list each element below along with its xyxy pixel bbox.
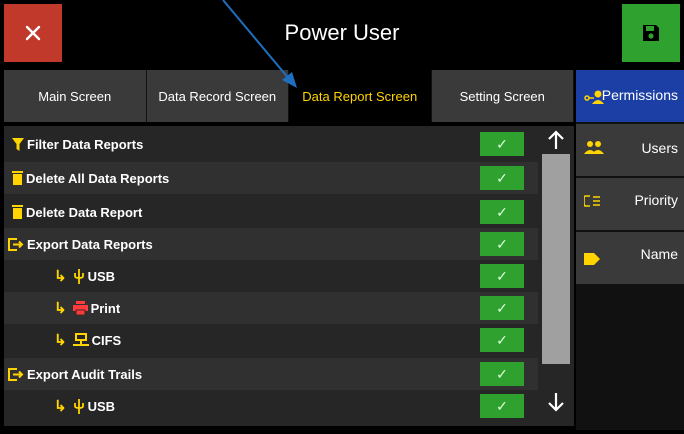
- permission-checkbox[interactable]: ✓: [480, 264, 524, 288]
- row-label: Delete Data Report: [26, 204, 143, 220]
- row-label: CIFS: [91, 332, 122, 348]
- side-menu: Permissions Users Priority Name: [576, 70, 684, 430]
- side-menu-label: Priority: [634, 192, 678, 208]
- row-label: USB: [87, 398, 116, 414]
- export-icon: [8, 367, 24, 381]
- list-item: Export Data Reports ✓: [4, 228, 538, 260]
- scrollbar-thumb[interactable]: [542, 154, 570, 364]
- tag-icon: [584, 252, 600, 268]
- page-title: Power User: [284, 20, 400, 45]
- list-item: ↳ USB ✓: [4, 260, 538, 292]
- filter-icon: [12, 137, 24, 151]
- printer-icon: [72, 301, 88, 315]
- side-menu-label: Name: [640, 246, 678, 262]
- users-icon: [584, 140, 604, 157]
- scrollbar[interactable]: [538, 126, 574, 426]
- app-window: Power User Main Screen Data Record Scree…: [0, 0, 684, 434]
- save-icon: [643, 25, 659, 41]
- permission-checkbox[interactable]: ✓: [480, 394, 524, 418]
- save-button[interactable]: [622, 4, 680, 62]
- usb-icon: [73, 268, 85, 284]
- permission-checkbox[interactable]: ✓: [480, 132, 524, 156]
- sub-item-arrow-icon: ↳: [54, 398, 67, 415]
- tab-data-record-screen[interactable]: Data Record Screen: [146, 70, 289, 122]
- priority-icon: [583, 194, 600, 210]
- side-menu-priority[interactable]: Priority: [576, 178, 684, 232]
- tab-data-report-screen[interactable]: Data Report Screen: [289, 70, 432, 122]
- tab-main-screen[interactable]: Main Screen: [4, 70, 147, 122]
- usb-icon: [73, 398, 85, 414]
- side-menu-users[interactable]: Users: [576, 124, 684, 178]
- permission-checkbox[interactable]: ✓: [480, 166, 524, 190]
- close-button[interactable]: [4, 4, 62, 62]
- list-item: ↳ Print ✓: [4, 292, 538, 324]
- permission-checkbox[interactable]: ✓: [480, 362, 524, 386]
- side-menu-label: Permissions: [601, 87, 678, 103]
- permission-checkbox[interactable]: ✓: [480, 200, 524, 224]
- side-menu-label: Users: [641, 140, 678, 156]
- list-item: ↳ USB ✓: [4, 390, 538, 422]
- trash-icon: [12, 171, 23, 185]
- row-label: Delete All Data Reports: [26, 170, 170, 186]
- list-item: Export Audit Trails ✓: [4, 358, 538, 390]
- row-label: Export Data Reports: [27, 236, 153, 252]
- side-menu-name[interactable]: Name: [576, 232, 684, 286]
- list-item: Filter Data Reports ✓: [4, 128, 538, 160]
- row-label: Print: [90, 300, 121, 316]
- row-label: Export Audit Trails: [27, 366, 143, 382]
- close-icon: [25, 25, 41, 41]
- scroll-up-arrow-icon[interactable]: [538, 126, 574, 154]
- permission-list: Filter Data Reports ✓ Delete All Data Re…: [4, 126, 538, 426]
- export-icon: [8, 237, 24, 251]
- permission-checkbox[interactable]: ✓: [480, 232, 524, 256]
- sub-item-arrow-icon: ↳: [54, 268, 67, 285]
- row-label: Filter Data Reports: [27, 136, 144, 152]
- sub-item-arrow-icon: ↳: [54, 300, 67, 317]
- list-item: ↳ CIFS ✓: [4, 324, 538, 356]
- tab-setting-screen[interactable]: Setting Screen: [431, 70, 574, 122]
- side-menu-permissions[interactable]: Permissions: [576, 70, 684, 124]
- tab-bar: Main Screen Data Record Screen Data Repo…: [4, 70, 574, 122]
- permission-checkbox[interactable]: ✓: [480, 296, 524, 320]
- sub-item-arrow-icon: ↳: [54, 332, 67, 349]
- row-label: USB: [87, 268, 116, 284]
- list-item: Delete Data Report ✓: [4, 196, 538, 228]
- list-item: Delete All Data Reports ✓: [4, 162, 538, 194]
- scroll-down-arrow-icon[interactable]: [538, 388, 574, 416]
- trash-icon: [12, 205, 23, 219]
- network-icon: [72, 333, 89, 347]
- permission-checkbox[interactable]: ✓: [480, 328, 524, 352]
